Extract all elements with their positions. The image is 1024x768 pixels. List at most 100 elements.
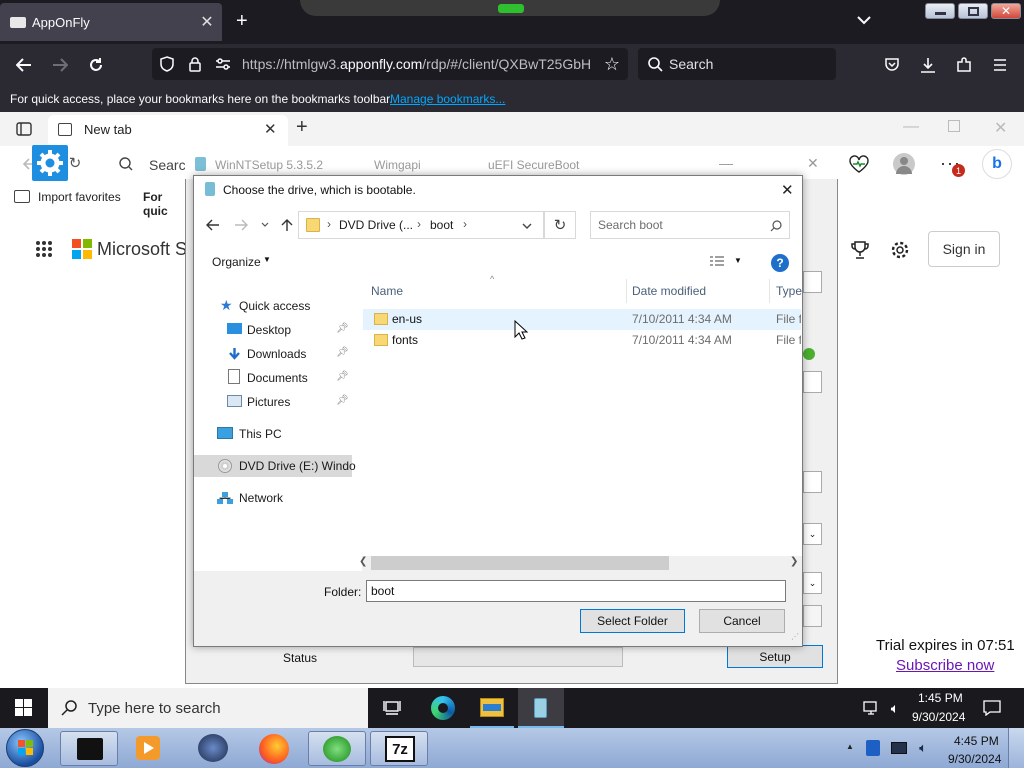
folder-input[interactable]: boot	[366, 580, 786, 602]
minimize-button[interactable]	[925, 3, 955, 19]
horizontal-scrollbar[interactable]: ❮ ❯	[359, 556, 802, 571]
winntsetup-button[interactable]	[803, 605, 822, 627]
restore-button[interactable]	[958, 3, 988, 19]
winntsetup-minimize-icon[interactable]: —	[719, 155, 733, 171]
notifications-icon[interactable]	[982, 698, 1002, 718]
pocket-icon[interactable]	[882, 55, 902, 75]
sign-in-button[interactable]: Sign in	[928, 231, 1000, 267]
setup-button[interactable]: Setup	[727, 645, 823, 668]
win7-start-orb-icon[interactable]	[6, 729, 44, 767]
media-player-icon[interactable]	[136, 736, 160, 760]
host-app-button[interactable]: 7z	[370, 731, 428, 766]
nav-downloads[interactable]: Downloads	[247, 347, 306, 361]
winntsetup-dropdown[interactable]: ⌄	[803, 572, 822, 594]
firefox-tab[interactable]: AppOnFly ✕	[0, 3, 222, 41]
nav-documents[interactable]: Documents	[247, 371, 308, 385]
start-windows-icon[interactable]	[15, 699, 33, 717]
network-tray-icon[interactable]	[862, 699, 880, 717]
dialog-back-icon[interactable]	[204, 216, 222, 234]
new-tab-button[interactable]: +	[236, 10, 248, 33]
scroll-right-icon[interactable]: ❯	[790, 556, 798, 567]
forward-arrow-icon[interactable]	[48, 54, 72, 76]
shield-icon[interactable]	[158, 55, 176, 73]
column-date[interactable]: Date modified	[632, 284, 706, 298]
file-explorer-icon[interactable]	[480, 698, 504, 717]
dialog-close-icon[interactable]: ✕	[781, 181, 794, 199]
volume-icon[interactable]: 🔈︎	[886, 699, 904, 717]
nav-this-pc[interactable]: This PC	[239, 427, 282, 441]
edge-restore-icon[interactable]	[948, 120, 960, 132]
winntsetup-field[interactable]	[803, 471, 822, 493]
winntsetup-dropdown[interactable]: ⌄	[803, 523, 822, 545]
nav-quick-access[interactable]: Quick access	[239, 299, 310, 313]
taskbar-search-box[interactable]: Type here to search	[48, 688, 368, 728]
close-button[interactable]: ✕	[991, 3, 1021, 19]
scrollbar-thumb[interactable]	[371, 556, 669, 570]
table-row[interactable]: fonts 7/10/2011 4:34 AM File fo	[363, 330, 801, 351]
import-favorites-link[interactable]: Import favorites	[38, 190, 121, 204]
nav-network[interactable]: Network	[239, 491, 283, 505]
task-view-icon[interactable]	[380, 697, 404, 719]
edge-close-icon[interactable]: ✕	[994, 118, 1007, 138]
winntsetup-field[interactable]	[803, 371, 822, 393]
breadcrumb-drive[interactable]: DVD Drive (...	[339, 218, 413, 232]
view-details-icon[interactable]	[708, 254, 726, 268]
nav-dvd-drive[interactable]: DVD Drive (E:) Windo	[239, 459, 356, 473]
tray-volume-icon[interactable]: 🔈︎	[914, 739, 932, 757]
host-app-button[interactable]	[308, 731, 366, 766]
firefox-taskbar-icon[interactable]	[259, 734, 289, 764]
up-folder-icon[interactable]	[278, 216, 296, 234]
avatar[interactable]	[893, 153, 915, 175]
select-folder-button[interactable]: Select Folder	[580, 609, 685, 633]
edge-refresh-icon[interactable]: ↻	[66, 154, 84, 172]
help-icon[interactable]: ?	[771, 254, 789, 272]
gpu-tool-icon[interactable]	[198, 734, 228, 762]
host-app-button[interactable]	[60, 731, 118, 766]
edge-minimize-icon[interactable]: —	[903, 118, 919, 136]
edge-tab-new[interactable]: New tab ✕	[48, 115, 288, 146]
view-dropdown-icon[interactable]: ▼	[734, 256, 742, 265]
settings-gear-icon[interactable]	[888, 238, 912, 262]
manage-bookmarks-link[interactable]: Manage bookmarks...	[390, 92, 505, 106]
nav-desktop[interactable]: Desktop	[247, 323, 291, 337]
address-dropdown-icon[interactable]	[521, 220, 533, 232]
table-row[interactable]: en-us 7/10/2011 4:34 AM File fo	[363, 309, 801, 330]
close-tab-icon[interactable]: ✕	[264, 120, 277, 138]
back-arrow-icon[interactable]	[12, 54, 36, 76]
refresh-icon[interactable]: ↻	[544, 211, 576, 239]
resize-grip-icon[interactable]: ⋰	[791, 632, 799, 641]
search-bar[interactable]: Search	[638, 48, 836, 80]
health-icon[interactable]	[848, 154, 870, 174]
tray-monitor-icon[interactable]	[891, 742, 907, 754]
recent-locations-icon[interactable]	[259, 218, 271, 230]
list-all-tabs-icon[interactable]	[854, 10, 874, 30]
winntsetup-close-icon[interactable]: ✕	[807, 155, 819, 172]
tray-app-icon[interactable]	[866, 740, 880, 756]
edge-taskbar-icon[interactable]	[431, 696, 455, 720]
show-desktop-button[interactable]	[1008, 728, 1024, 768]
extensions-icon[interactable]	[954, 55, 974, 75]
downloads-icon[interactable]	[918, 55, 938, 75]
tab-actions-icon[interactable]	[14, 120, 34, 138]
subscribe-link[interactable]: Subscribe now	[896, 657, 994, 674]
permissions-icon[interactable]	[214, 55, 232, 73]
show-hidden-icons[interactable]: ▲	[846, 742, 854, 751]
bing-copilot-icon[interactable]: b	[982, 149, 1012, 179]
rewards-trophy-icon[interactable]	[848, 238, 872, 262]
organize-dropdown-icon[interactable]: ▼	[263, 255, 271, 264]
winntsetup-field[interactable]	[803, 271, 822, 293]
dialog-search-box[interactable]: Search boot	[590, 211, 790, 239]
bookmark-star-icon[interactable]: ☆	[602, 54, 622, 74]
winntsetup-tab-uefi[interactable]: uEFI SecureBoot	[488, 158, 579, 172]
dialog-forward-icon[interactable]	[232, 216, 250, 234]
column-name[interactable]: Name	[371, 284, 403, 298]
apps-grid-icon[interactable]	[34, 239, 54, 259]
menu-icon[interactable]	[990, 55, 1010, 75]
column-type[interactable]: Type	[776, 284, 802, 298]
reload-icon[interactable]	[84, 54, 108, 76]
url-bar[interactable]: https://htmlgw3.apponfly.com/rdp/#/clien…	[152, 48, 628, 80]
edge-new-tab-icon[interactable]: +	[296, 116, 308, 139]
breadcrumb-boot[interactable]: boot	[430, 218, 453, 232]
organize-menu[interactable]: Organize	[212, 255, 261, 269]
cancel-button[interactable]: Cancel	[699, 609, 785, 633]
